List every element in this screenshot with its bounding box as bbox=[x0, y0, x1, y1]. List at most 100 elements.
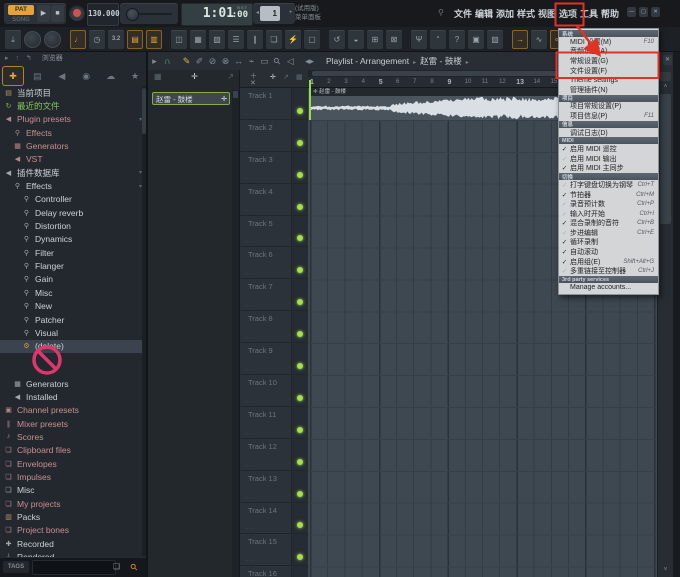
browser-item[interactable]: ❏ Project bones bbox=[0, 524, 146, 537]
track-header[interactable]: Track 5 ··· bbox=[240, 215, 308, 248]
window-button[interactable]: ✕ bbox=[651, 7, 660, 17]
menu-tools[interactable]: 工具 bbox=[580, 7, 598, 20]
toolbar-button[interactable]: ⤓ bbox=[5, 29, 21, 49]
track-header[interactable]: Track 2 ··· bbox=[240, 119, 308, 152]
toolbar-button[interactable]: ◒ bbox=[348, 29, 364, 49]
toolbar-button[interactable]: ? bbox=[449, 29, 465, 49]
menu-row[interactable]: ✓ 多重链接至控制器 Ctrl+J bbox=[559, 266, 658, 276]
browser-item[interactable]: ▥ Packs bbox=[0, 510, 146, 523]
browser-item[interactable]: ✚ Recorded bbox=[0, 537, 146, 550]
menu-row[interactable]: ✓ 循环录制 bbox=[559, 238, 658, 248]
expand-icon[interactable]: ▸ bbox=[5, 55, 9, 62]
up-icon[interactable]: ↑ bbox=[15, 55, 19, 62]
browser-tab[interactable]: ✚ bbox=[2, 66, 24, 86]
shuffle-slider[interactable] bbox=[120, 3, 178, 24]
track-header[interactable]: Track 4 ··· bbox=[240, 183, 308, 216]
track-header[interactable]: Track 16 ··· bbox=[240, 566, 308, 577]
menu-row[interactable]: 项目常规设置(P) bbox=[559, 102, 658, 112]
audio-clip-item[interactable]: 赵雷 - 鼓楼 ✛ bbox=[152, 92, 230, 105]
stop-button[interactable]: ■ bbox=[51, 5, 64, 22]
menu-view[interactable]: 视图 bbox=[538, 7, 556, 20]
browser-item[interactable]: ↻ 最近的文件 bbox=[0, 99, 146, 112]
browser-item[interactable]: ▦ Generators bbox=[0, 377, 146, 390]
track-header[interactable]: Track 13 ··· bbox=[240, 470, 308, 503]
menu-patterns[interactable]: 样式 bbox=[517, 7, 535, 20]
playlist-tool[interactable]: ⌁ bbox=[245, 56, 258, 67]
browser-tab[interactable]: ☁ bbox=[100, 66, 122, 86]
toolbar-button[interactable] bbox=[44, 30, 61, 48]
menu-add[interactable]: 添加 bbox=[496, 7, 514, 20]
playlist-tool[interactable]: ▸ bbox=[148, 56, 161, 67]
window-button[interactable]: — bbox=[627, 7, 636, 17]
browser-item[interactable]: ⚲ Effects ▾ bbox=[0, 179, 146, 192]
menu-edit[interactable]: 编辑 bbox=[475, 7, 493, 20]
pattern-mode-toggle[interactable]: PAT bbox=[8, 5, 34, 15]
browser-item[interactable]: ⚲ Filter bbox=[0, 246, 146, 259]
browser-item[interactable]: ⚲ New bbox=[0, 300, 146, 313]
toolbar-button[interactable]: ∥ bbox=[247, 29, 263, 49]
browser-scrollbar[interactable] bbox=[142, 86, 146, 556]
pattern-track-icon[interactable]: ▦ bbox=[296, 73, 303, 81]
menu-row[interactable]: 音频设置(A) bbox=[559, 47, 658, 57]
picker-scrollbar[interactable] bbox=[232, 90, 239, 577]
track-enable-led[interactable] bbox=[297, 139, 303, 146]
menu-row[interactable]: ✓ 输入时开始 Ctrl+I bbox=[559, 209, 658, 219]
track-header[interactable]: Track 8 ··· bbox=[240, 311, 308, 344]
folder-icon[interactable]: ❏ bbox=[113, 562, 120, 571]
toolbar-button[interactable]: ∿ bbox=[531, 29, 547, 49]
browser-item[interactable]: ❏ Impulses bbox=[0, 470, 146, 483]
slider-knob[interactable] bbox=[126, 8, 139, 21]
playlist-tool[interactable]: ∩ bbox=[161, 56, 174, 67]
playlist-tool[interactable]: ◂▸ bbox=[303, 56, 316, 67]
toolbar-button[interactable]: ◫ bbox=[171, 29, 187, 49]
playlist-tool[interactable]: ✎ bbox=[180, 56, 193, 67]
menu-row[interactable]: 调试日志(D) bbox=[559, 128, 658, 138]
menu-help[interactable]: 帮助 bbox=[601, 7, 619, 20]
browser-item[interactable]: ⚲ Distortion bbox=[0, 219, 146, 232]
menu-row[interactable]: ✓ 自动滚动 bbox=[559, 247, 658, 257]
browser-item[interactable]: ⚲ Effects bbox=[0, 126, 146, 139]
browser-item[interactable]: ❏ My projects bbox=[0, 497, 146, 510]
browser-item[interactable]: ♪ Scores bbox=[0, 430, 146, 443]
playlist-close-button[interactable]: ✕ bbox=[663, 55, 672, 65]
browser-item[interactable]: ⚲ Delay reverb bbox=[0, 206, 146, 219]
track-enable-led[interactable] bbox=[297, 203, 303, 210]
browser-item[interactable]: ⚲ Gain bbox=[0, 273, 146, 286]
toolbar-button[interactable]: ▧ bbox=[209, 29, 225, 49]
toolbar-button[interactable] bbox=[24, 30, 41, 48]
toolbar-button[interactable]: ☰ bbox=[228, 29, 244, 49]
browser-item[interactable]: ⚲ Visual bbox=[0, 326, 146, 339]
toolbar-button[interactable]: ⚡ bbox=[285, 29, 301, 49]
playlist-tool[interactable]: ◁ bbox=[284, 56, 297, 67]
track-enable-led[interactable] bbox=[297, 107, 303, 114]
playlist-tool[interactable]: ✐ bbox=[193, 56, 206, 67]
toolbar-button[interactable]: ▤ bbox=[127, 29, 143, 49]
toolbar-button[interactable]: Ψ bbox=[411, 29, 427, 49]
audio-track-icon[interactable]: ✛ bbox=[270, 73, 276, 81]
menu-row[interactable]: ✓ 启用 MIDI 遥控 bbox=[559, 144, 658, 154]
toolbar-button[interactable]: ▥ bbox=[146, 29, 162, 49]
track-header[interactable]: Track 9 ··· bbox=[240, 343, 308, 376]
browser-item[interactable]: ◀ 插件数据库 ▾ bbox=[0, 166, 146, 179]
search-icon[interactable]: ⚲ bbox=[128, 561, 140, 573]
playlist-tool[interactable]: ⊘ bbox=[206, 56, 219, 67]
browser-item[interactable] bbox=[0, 353, 146, 377]
toolbar-button[interactable]: ⊞ bbox=[367, 29, 383, 49]
track-enable-led[interactable] bbox=[297, 363, 303, 370]
playlist-tool[interactable]: ↔ bbox=[232, 56, 245, 67]
automation-clips-tab[interactable]: ↗ bbox=[227, 72, 234, 81]
menu-options[interactable]: 选项 bbox=[559, 7, 577, 20]
track-enable-led[interactable] bbox=[297, 394, 303, 401]
toolbar-button[interactable]: ▦ bbox=[190, 29, 206, 49]
toolbar-button[interactable]: ❏ bbox=[266, 29, 282, 49]
browser-item[interactable]: ∥ Mixer presets bbox=[0, 417, 146, 430]
track-header[interactable]: Track 11 ··· bbox=[240, 406, 308, 439]
playhead-marker[interactable] bbox=[309, 80, 311, 120]
track-enable-led[interactable] bbox=[297, 458, 303, 465]
scroll-thumb[interactable] bbox=[660, 94, 671, 224]
menu-row[interactable]: MIDI 设置(M) F10 bbox=[559, 37, 658, 47]
toolbar-button[interactable]: “ bbox=[430, 29, 446, 49]
browser-item[interactable]: ◀ VST bbox=[0, 153, 146, 166]
toolbar-button[interactable]: ▣ bbox=[468, 29, 484, 49]
window-button[interactable]: ▢ bbox=[639, 7, 648, 17]
